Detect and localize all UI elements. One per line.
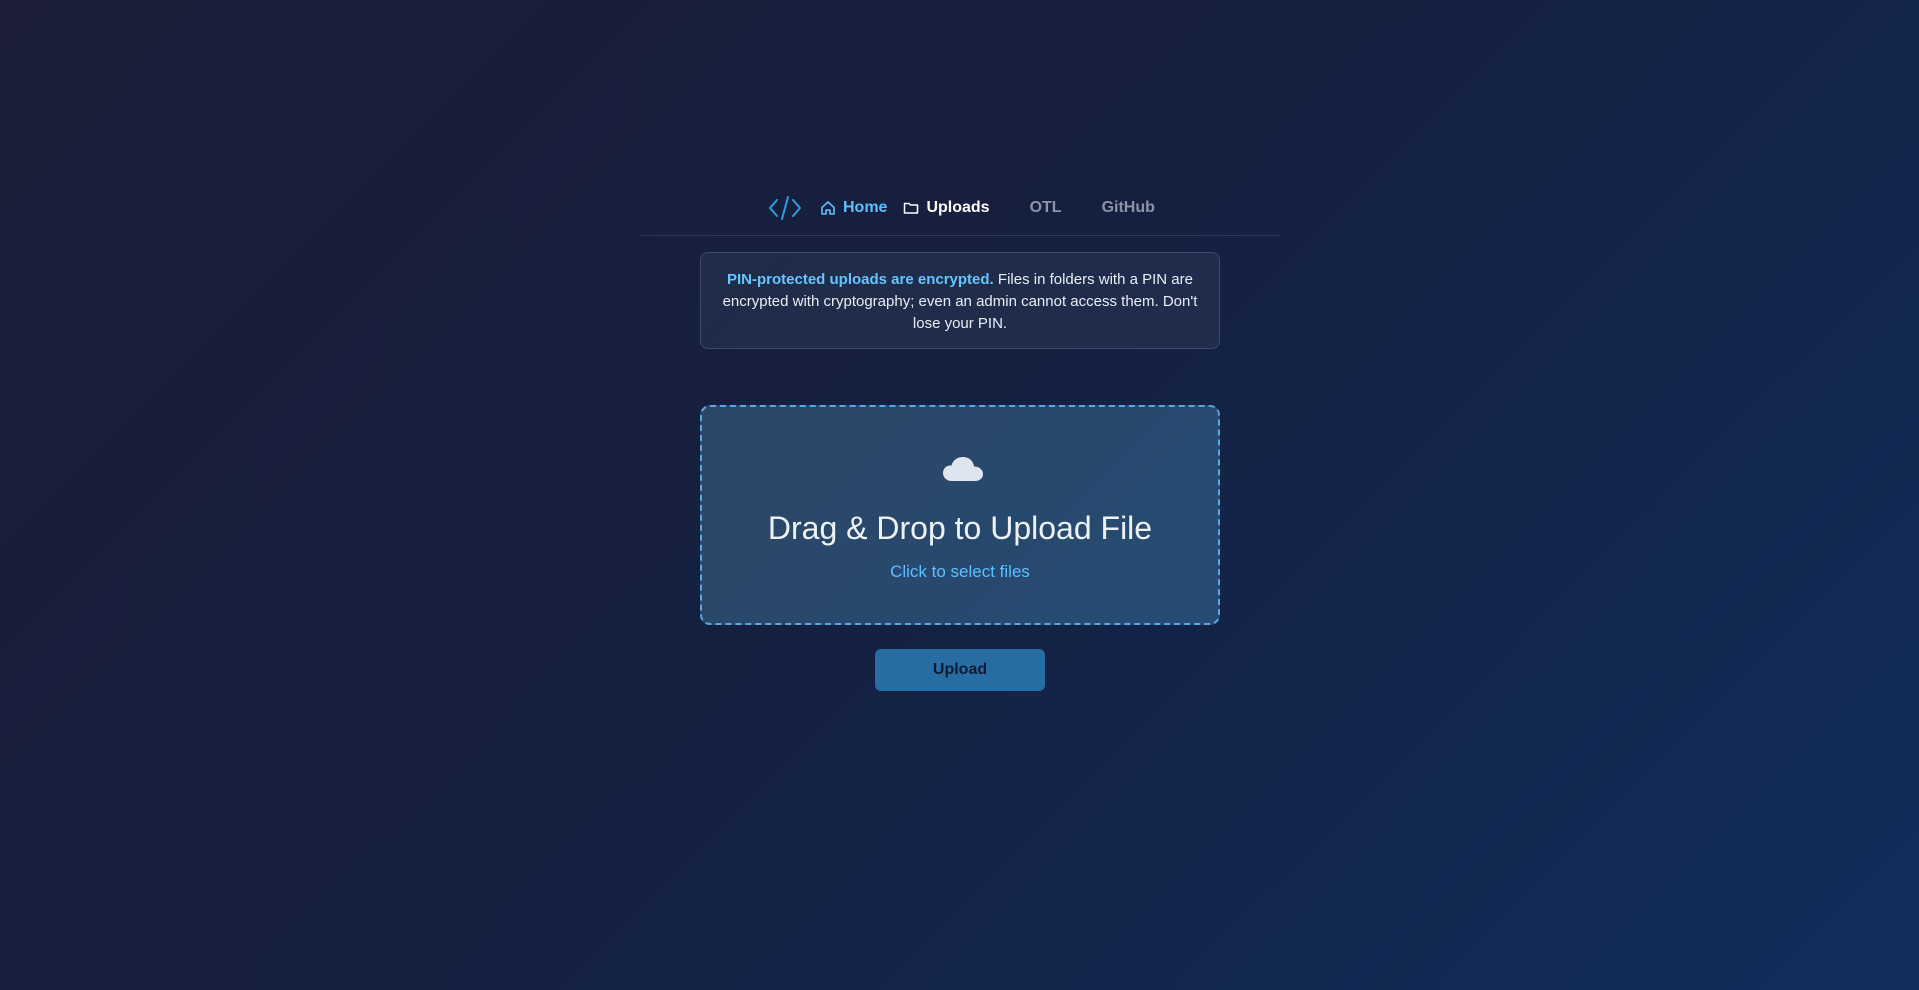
folder-icon: [903, 200, 919, 216]
code-brackets-icon[interactable]: [768, 194, 802, 222]
nav-uploads-label: Uploads: [926, 199, 990, 216]
nav-otl-link[interactable]: OTL: [1030, 199, 1062, 217]
upload-button[interactable]: Upload: [875, 649, 1045, 691]
nav-github-link[interactable]: GitHub: [1102, 199, 1155, 217]
encryption-notice: PIN-protected uploads are encrypted. Fil…: [700, 252, 1220, 349]
nav-home-link[interactable]: Home: [820, 199, 887, 217]
home-icon: [820, 200, 836, 216]
notice-heading: PIN-protected uploads are encrypted.: [727, 271, 994, 288]
select-files-link[interactable]: Click to select files: [702, 562, 1218, 582]
nav-links: Home Uploads OTL GitHub: [768, 194, 1171, 222]
nav-uploads-link[interactable]: Uploads: [903, 199, 990, 217]
top-navigation: Home Uploads OTL GitHub: [640, 186, 1280, 236]
cloud-icon: [942, 455, 984, 483]
file-dropzone[interactable]: Drag & Drop to Upload File Click to sele…: [700, 405, 1220, 625]
dropzone-title: Drag & Drop to Upload File: [767, 510, 1153, 546]
nav-home-label: Home: [843, 199, 888, 216]
